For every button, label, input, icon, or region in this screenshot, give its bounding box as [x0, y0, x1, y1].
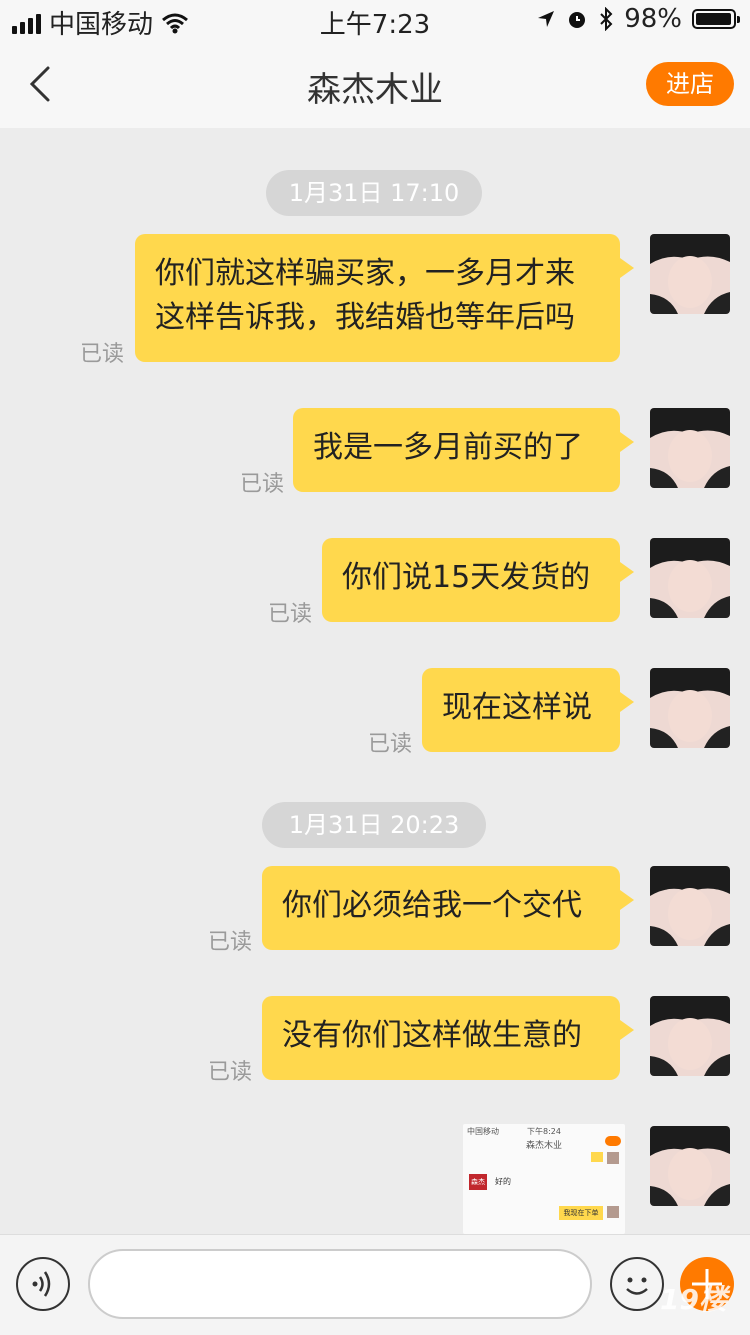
watermark: 19楼 — [660, 1283, 727, 1316]
voice-icon — [32, 1271, 51, 1297]
read-status: 已读 — [268, 602, 313, 627]
message-bubble[interactable]: 你们就这样骗买家，一多月才来 这样告诉我，我结婚也等年后吗 — [135, 234, 634, 362]
avatar[interactable] — [650, 1126, 730, 1206]
read-status: 已读 — [240, 472, 285, 497]
message-bubble[interactable]: 你们必须给我一个交代 — [262, 866, 634, 950]
timestamp-pill: 1月31日 17:10 — [266, 170, 482, 216]
battery-fill — [696, 13, 732, 25]
input-bar — [0, 1234, 750, 1335]
thumb-avatar — [607, 1206, 619, 1218]
alarm-icon — [569, 12, 586, 28]
avatar[interactable] — [650, 408, 730, 488]
chat-area[interactable]: 1月31日 17:10 你们就这样骗买家，一多月才来 这样告诉我，我结婚也等年后… — [0, 128, 750, 1234]
thumb-my-message: 我现在下单 — [559, 1206, 603, 1220]
thumb-shop-logo: 森杰 — [469, 1174, 487, 1190]
voice-button[interactable] — [16, 1257, 70, 1311]
avatar[interactable] — [650, 234, 730, 314]
status-bar: 中国移动 上午7:23 98% — [0, 0, 750, 40]
read-status: 已读 — [208, 1060, 253, 1085]
avatar[interactable] — [650, 996, 730, 1076]
nav-bar: 森杰木业 进店 — [0, 40, 750, 128]
bluetooth-icon — [600, 7, 613, 31]
enter-shop-button[interactable]: 进店 — [646, 62, 734, 106]
smiley-icon — [626, 1277, 648, 1295]
thumb-enter-button — [605, 1136, 621, 1146]
avatar[interactable] — [650, 538, 730, 618]
emoji-button[interactable] — [610, 1257, 664, 1311]
thumb-avatar — [607, 1152, 619, 1164]
battery-percent: 98% — [624, 4, 682, 34]
message-bubble[interactable]: 我是一多月前买的了 — [293, 408, 634, 492]
read-status: 已读 — [208, 930, 253, 955]
message-bubble[interactable]: 现在这样说 — [422, 668, 634, 752]
avatar[interactable] — [650, 668, 730, 748]
status-right: 98% — [536, 4, 740, 34]
message-input[interactable] — [88, 1249, 592, 1319]
read-status: 已读 — [368, 732, 413, 757]
thumb-bubble — [591, 1152, 603, 1162]
message-bubble[interactable]: 你们说15天发货的 — [322, 538, 634, 622]
thumb-reply: 好的 — [495, 1177, 511, 1186]
message-bubble[interactable]: 没有你们这样做生意的 — [262, 996, 634, 1080]
location-icon — [538, 11, 555, 27]
timestamp-pill: 1月31日 20:23 — [262, 802, 486, 848]
image-message[interactable]: 中国移动 下午8:24 森杰木业 森杰 好的 我现在下单 — [463, 1124, 625, 1234]
battery-icon — [692, 9, 740, 29]
avatar[interactable] — [650, 866, 730, 946]
thumb-time: 下午8:24 — [527, 1127, 561, 1136]
thumb-title: 森杰木业 — [525, 1141, 562, 1151]
page-title: 森杰木业 — [307, 70, 443, 110]
read-status: 已读 — [80, 342, 125, 367]
